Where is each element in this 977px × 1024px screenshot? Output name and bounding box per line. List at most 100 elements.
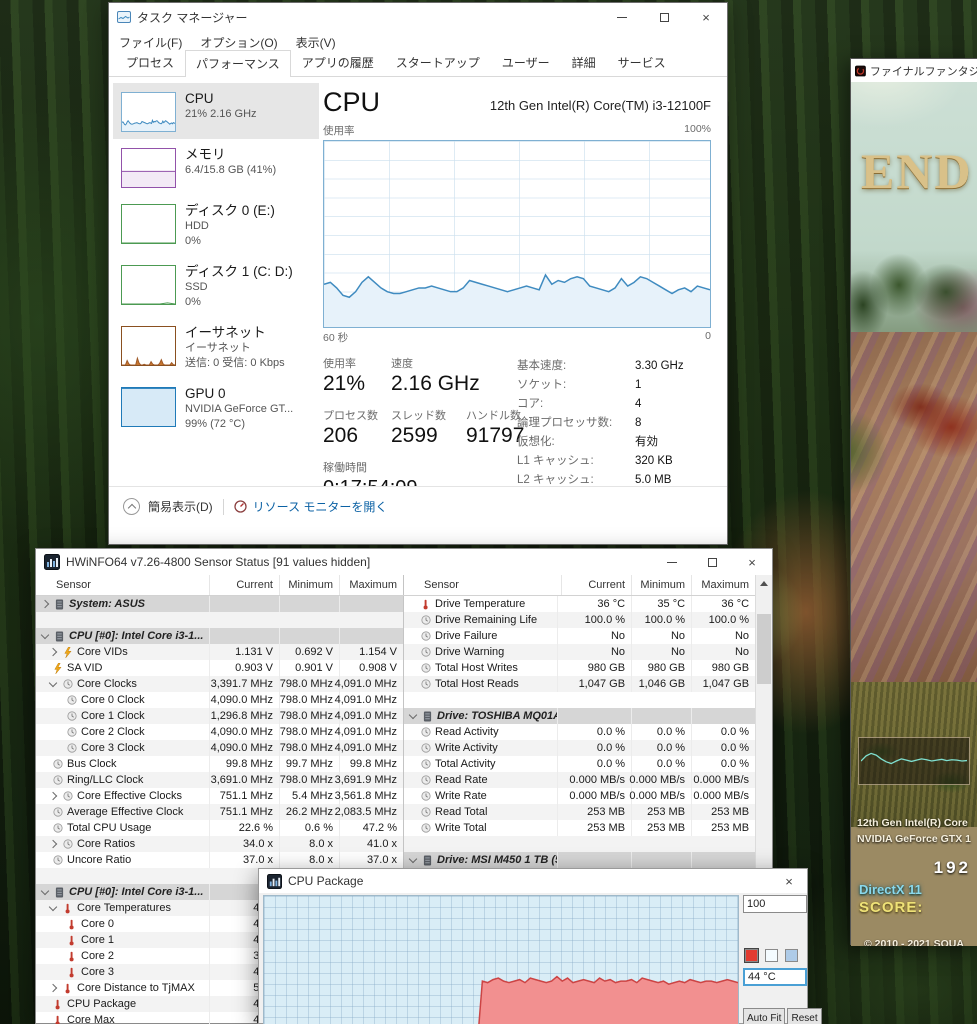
- reset-button[interactable]: Reset: [787, 1008, 822, 1024]
- sensor-row[interactable]: Core 2 Clock 4,090.0 MHz 798.0 MHz 4,091.0 …: [36, 724, 403, 740]
- scale-max-input[interactable]: 100: [743, 895, 807, 913]
- sensor-row[interactable]: Average Effective Clock 751.1 MHz 26.2 MHz…: [36, 804, 403, 820]
- sensor-row[interactable]: Total Host Reads 1,047 GB 1,046 GB 1,047 GB: [404, 676, 756, 692]
- sensor-row[interactable]: Core Effective Clocks 751.1 MHz 5.4 MHz 3,5…: [36, 788, 403, 804]
- close-button[interactable]: ×: [732, 549, 772, 575]
- maximize-button[interactable]: [643, 3, 685, 31]
- tab-users[interactable]: ユーザー: [491, 49, 561, 76]
- menu-item-view[interactable]: 表示(V): [296, 34, 336, 51]
- sidebar-item-disk1[interactable]: ディスク 1 (C: D:) SSD 0%: [113, 256, 319, 317]
- column-maximum[interactable]: Maximum: [691, 575, 755, 595]
- sensor-section-row[interactable]: System: ASUS: [36, 596, 403, 612]
- expand-icon[interactable]: [48, 678, 58, 687]
- tab-details[interactable]: 詳細: [561, 49, 607, 76]
- cpu-package-titlebar[interactable]: CPU Package ×: [259, 869, 807, 893]
- task-manager-titlebar[interactable]: タスク マネージャー ×: [109, 3, 727, 31]
- menu-item-options[interactable]: オプション(O): [200, 34, 277, 51]
- scrollbar-up-button[interactable]: [756, 575, 772, 592]
- column-minimum[interactable]: Minimum: [631, 575, 691, 595]
- sensor-row[interactable]: Bus Clock 99.8 MHz 99.7 MHz 99.8 MHz: [36, 756, 403, 772]
- sensor-value: 0.6 %: [279, 820, 339, 836]
- sensor-row[interactable]: Total Activity 0.0 % 0.0 % 0.0 %: [404, 756, 755, 772]
- current-value-input[interactable]: 44 °C: [743, 968, 807, 986]
- sensor-row[interactable]: Read Rate 0.000 MB/s 0.000 MB/s 0.000 MB/s: [404, 772, 756, 788]
- column-current[interactable]: Current: [209, 575, 279, 595]
- tab-app-history[interactable]: アプリの履歴: [291, 49, 385, 76]
- sensor-row[interactable]: SA VID 0.903 V 0.901 V 0.908 V: [36, 660, 403, 676]
- sensor-value: 1,046 GB: [631, 676, 691, 692]
- sensor-row[interactable]: Uncore Ratio 37.0 x 8.0 x 37.0 x: [36, 852, 403, 868]
- sensor-row[interactable]: Core 1 Clock 1,296.8 MHz 798.0 MHz 4,091.0 …: [36, 708, 403, 724]
- auto-fit-button[interactable]: Auto Fit: [743, 1008, 786, 1024]
- sensor-row[interactable]: Write Total 253 MB 253 MB 253 MB: [404, 820, 755, 836]
- sensor-value: [631, 852, 691, 868]
- ffxiv-titlebar[interactable]: ファイナルファンタジーXIV: [851, 59, 977, 82]
- sensor-row[interactable]: Read Total 253 MB 253 MB 253 MB: [404, 804, 756, 820]
- sidebar-item-cpu[interactable]: CPU 21% 2.16 GHz: [113, 83, 319, 139]
- sensor-value: 36 °C: [691, 596, 755, 612]
- sensor-row[interactable]: Core Ratios 34.0 x 8.0 x 41.0 x: [36, 836, 403, 852]
- sensor-row[interactable]: Total CPU Usage 22.6 % 0.6 % 47.2 %: [36, 820, 403, 836]
- scrollbar-top[interactable]: [755, 575, 772, 596]
- sensor-label: Drive Warning: [435, 646, 505, 658]
- sensor-row[interactable]: Core 3 Clock 4,090.0 MHz 798.0 MHz 4,091.0 …: [36, 740, 403, 756]
- expand-icon[interactable]: [40, 599, 50, 609]
- sensor-row[interactable]: Core Clocks 3,391.7 MHz 798.0 MHz 4,091.0 M…: [36, 676, 403, 692]
- swatch-white[interactable]: [765, 949, 778, 962]
- tab-processes[interactable]: プロセス: [115, 49, 185, 76]
- expand-icon[interactable]: [48, 647, 58, 657]
- simple-view-toggle[interactable]: 簡易表示(D): [148, 498, 213, 515]
- minimize-button[interactable]: [652, 549, 692, 575]
- tab-startup[interactable]: スタートアップ: [385, 49, 491, 76]
- sensor-row[interactable]: Ring/LLC Clock 3,691.0 MHz 798.0 MHz 3,691.…: [36, 772, 403, 788]
- sensor-row[interactable]: Drive Temperature 36 °C 35 °C 36 °C: [404, 596, 755, 612]
- swatch-red[interactable]: [744, 948, 759, 963]
- expand-icon[interactable]: [48, 791, 58, 801]
- sensor-value: No: [557, 644, 631, 660]
- column-maximum[interactable]: Maximum: [339, 575, 403, 595]
- sensor-row[interactable]: Write Rate 0.000 MB/s 0.000 MB/s 0.000 MB/s: [404, 788, 755, 804]
- maximize-button[interactable]: [692, 549, 732, 575]
- column-sensor[interactable]: Sensor: [36, 579, 209, 591]
- expand-icon[interactable]: [40, 886, 50, 895]
- expand-icon[interactable]: [48, 902, 58, 911]
- sensor-value: 980 GB: [557, 660, 631, 676]
- chevron-up-icon: [123, 498, 140, 515]
- sensor-row[interactable]: Core 0 Clock 4,090.0 MHz 798.0 MHz 4,091.0 …: [36, 692, 403, 708]
- sidebar-item-ethernet[interactable]: イーサネット イーサネット 送信: 0 受信: 0 Kbps: [113, 317, 319, 378]
- column-sensor[interactable]: Sensor: [404, 579, 561, 591]
- expand-icon[interactable]: [48, 983, 58, 993]
- scrollbar-thumb[interactable]: [757, 614, 771, 684]
- sensor-section-row[interactable]: Drive: MSI M450 1 TB (5...: [404, 852, 756, 868]
- expand-icon[interactable]: [408, 854, 418, 863]
- sidebar-item-gpu[interactable]: GPU 0 NVIDIA GeForce GT... 99% (72 °C): [113, 378, 319, 439]
- tab-bar: プロセス パフォーマンス アプリの履歴 スタートアップ ユーザー 詳細 サービス: [109, 50, 727, 77]
- hwinfo-titlebar[interactable]: HWiNFO64 v7.26-4800 Sensor Status [91 va…: [36, 549, 772, 575]
- sensor-row[interactable]: Read Activity 0.0 % 0.0 % 0.0 %: [404, 724, 755, 740]
- expand-icon[interactable]: [40, 630, 50, 639]
- minimize-button[interactable]: [601, 3, 643, 31]
- tab-performance[interactable]: パフォーマンス: [185, 50, 291, 77]
- expand-icon[interactable]: [408, 710, 418, 719]
- sensor-section-row[interactable]: CPU [#0]: Intel Core i3-1...: [36, 628, 403, 644]
- close-button[interactable]: ×: [771, 869, 807, 893]
- sensor-value: 8.0 x: [279, 852, 339, 868]
- column-current[interactable]: Current: [561, 575, 631, 595]
- expand-icon[interactable]: [48, 839, 58, 849]
- sensor-row[interactable]: Drive Remaining Life 100.0 % 100.0 % 100.0 …: [404, 612, 756, 628]
- sensor-section-row[interactable]: Drive: TOSHIBA MQ01A...: [404, 708, 756, 724]
- column-minimum[interactable]: Minimum: [279, 575, 339, 595]
- sensor-row[interactable]: Core VIDs 1.131 V 0.692 V 1.154 V: [36, 644, 403, 660]
- sensor-label: Core 2: [81, 950, 115, 962]
- sensor-row[interactable]: Drive Failure No No No: [404, 628, 755, 644]
- sensor-row[interactable]: Write Activity 0.0 % 0.0 % 0.0 %: [404, 740, 756, 756]
- tab-services[interactable]: サービス: [607, 49, 677, 76]
- sensor-row[interactable]: Total Host Writes 980 GB 980 GB 980 GB: [404, 660, 755, 676]
- close-button[interactable]: ×: [685, 3, 727, 31]
- sidebar-item-memory[interactable]: メモリ 6.4/15.8 GB (41%): [113, 139, 319, 195]
- swatch-blue[interactable]: [785, 949, 798, 962]
- resource-monitor-link[interactable]: リソース モニターを開く: [253, 498, 388, 515]
- sidebar-item-disk0[interactable]: ディスク 0 (E:) HDD 0%: [113, 195, 319, 256]
- menu-item-file[interactable]: ファイル(F): [119, 34, 182, 51]
- sensor-row[interactable]: Drive Warning No No No: [404, 644, 756, 660]
